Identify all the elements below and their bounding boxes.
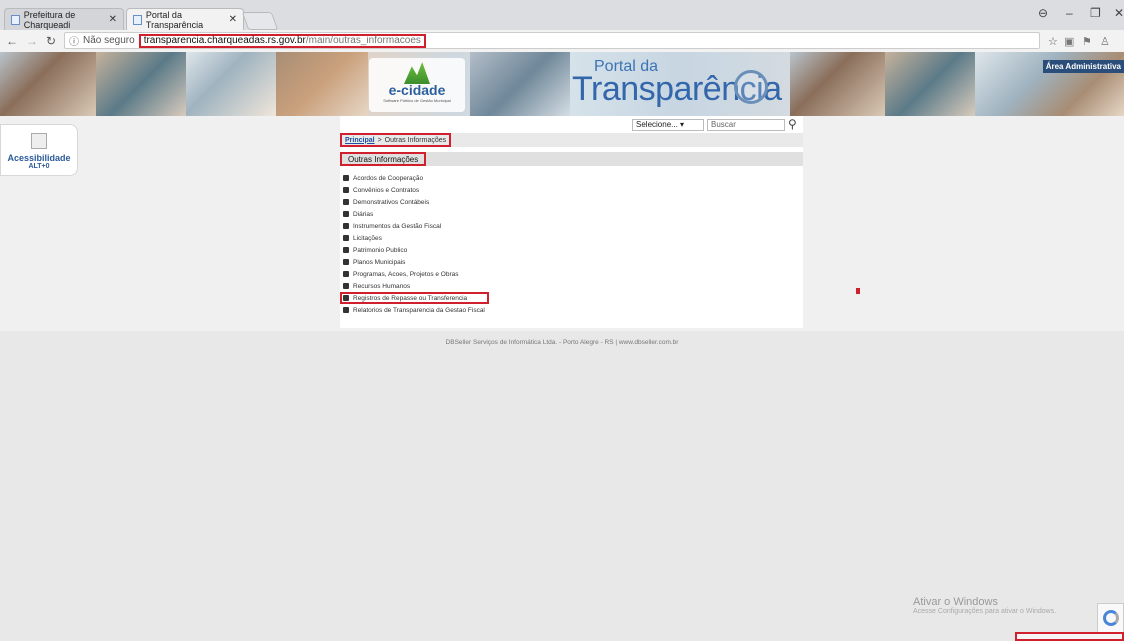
- admin-area-link[interactable]: Área Administrativa: [1042, 60, 1124, 73]
- search-icon[interactable]: ⚲: [788, 117, 797, 131]
- document-icon: [343, 199, 349, 205]
- back-icon[interactable]: ←: [6, 34, 18, 48]
- list-item[interactable]: Instrumentos da Gestão Fiscal: [343, 220, 489, 232]
- list-item[interactable]: Licitações: [343, 232, 489, 244]
- search-input[interactable]: Buscar: [707, 119, 785, 131]
- document-icon: [343, 295, 349, 301]
- new-tab-button[interactable]: [241, 12, 279, 30]
- url-path: /main/outras_informacoes: [305, 35, 421, 46]
- ecidade-mark-icon: [404, 62, 430, 84]
- address-row: ← → ↻ ⓘ Não seguro transparencia.charque…: [0, 30, 1124, 53]
- windows-activation-notice: Ativar o Windows Acesse Configurações pa…: [913, 596, 1056, 615]
- security-label: Não seguro: [83, 35, 135, 46]
- breadcrumb-home-link[interactable]: Principal: [345, 137, 375, 144]
- ecidade-logo[interactable]: e-cidade Software Público de Gestão Muni…: [369, 58, 465, 112]
- list-item[interactable]: Relatorios de Transparencia da Gestao Fi…: [343, 304, 489, 316]
- info-list: Acordos de Cooperação Convênios e Contra…: [340, 172, 489, 316]
- ecidade-logo-sub: Software Público de Gestão Municipal: [383, 98, 451, 103]
- url-highlight[interactable]: transparencia.charqueadas.rs.gov.br/main…: [138, 33, 426, 48]
- minimize-icon[interactable]: –: [1066, 6, 1073, 20]
- tab-title: Prefeitura de Charqueadi: [23, 9, 76, 30]
- url-host: transparencia.charqueadas.rs.gov.br: [143, 35, 306, 46]
- document-icon: [343, 307, 349, 313]
- list-item[interactable]: Recursos Humanos: [343, 280, 489, 292]
- close-icon[interactable]: ✕: [109, 14, 117, 25]
- list-item[interactable]: Programas, Acoes, Projetos e Obras: [343, 268, 489, 280]
- restore-icon[interactable]: ❐: [1090, 6, 1101, 20]
- tab-title: Portal da Transparência: [145, 9, 204, 30]
- broken-image-icon: [31, 133, 47, 149]
- document-icon: [343, 223, 349, 229]
- footer: DBSeller Serviços de Informática Ltda. -…: [0, 331, 1124, 641]
- document-icon: [343, 271, 349, 277]
- list-item[interactable]: Demonstrativos Contábeis: [343, 196, 489, 208]
- breadcrumb-current: Outras Informações: [384, 136, 447, 144]
- search-bar: Selecione... ▾ Buscar ⚲: [340, 116, 803, 133]
- activation-title: Ativar o Windows: [913, 596, 998, 608]
- reload-icon[interactable]: ↻: [46, 34, 56, 48]
- close-icon[interactable]: ✕: [229, 14, 237, 25]
- banner-photo: [96, 52, 186, 116]
- red-marker: [856, 288, 860, 294]
- accessibility-box[interactable]: Acessibilidade ALT+0: [0, 124, 78, 176]
- bottom-highlight-box: [1015, 632, 1124, 641]
- accessibility-title: Acessibilidade: [7, 153, 71, 163]
- site-banner: e-cidade Software Público de Gestão Muni…: [0, 52, 1124, 116]
- breadcrumb-highlight: Principal > Outras Informações: [340, 133, 452, 147]
- ecidade-logo-text: e-cidade: [388, 82, 446, 98]
- document-icon: [343, 247, 349, 253]
- category-select[interactable]: Selecione... ▾: [632, 119, 704, 131]
- banner-photo: [276, 52, 368, 116]
- tab-portal[interactable]: Portal da Transparência ✕: [126, 8, 244, 30]
- page-icon: [11, 14, 20, 25]
- list-item-highlighted[interactable]: Registros de Repasse ou Transferencia: [340, 292, 489, 304]
- document-icon: [343, 235, 349, 241]
- breadcrumb: Principal > Outras Informações: [340, 133, 803, 147]
- banner-photo: [186, 52, 276, 116]
- browser-tab-bar: Prefeitura de Charqueadi ✕ Portal da Tra…: [0, 0, 1124, 30]
- breadcrumb-separator: >: [377, 136, 382, 144]
- document-icon: [343, 175, 349, 181]
- document-icon: [343, 211, 349, 217]
- accessibility-shortcut: ALT+0: [28, 163, 50, 170]
- footer-text: DBSeller Serviços de Informática Ltda. -…: [445, 339, 679, 346]
- recaptcha-icon: [1102, 610, 1119, 626]
- banner-photo: [790, 52, 885, 116]
- recaptcha-badge[interactable]: [1097, 603, 1124, 633]
- list-item[interactable]: Planos Municipais: [343, 256, 489, 268]
- address-bar[interactable]: ⓘ Não seguro transparencia.charqueadas.r…: [64, 32, 1040, 49]
- forward-icon[interactable]: →: [26, 34, 38, 48]
- list-item[interactable]: Diárias: [343, 208, 489, 220]
- main-content: Selecione... ▾ Buscar ⚲ Principal > Outr…: [340, 116, 803, 328]
- person-icon[interactable]: ♙: [1100, 35, 1110, 48]
- list-item[interactable]: Acordos de Cooperação: [343, 172, 489, 184]
- close-window-icon[interactable]: ✕: [1114, 6, 1124, 20]
- document-icon: [343, 259, 349, 265]
- info-icon[interactable]: ⓘ: [69, 33, 79, 48]
- banner-photo: [470, 52, 570, 116]
- list-item[interactable]: Patrimonio Publico: [343, 244, 489, 256]
- list-item[interactable]: Convênios e Contratos: [343, 184, 489, 196]
- extension-icon[interactable]: ▣: [1064, 35, 1074, 48]
- section-header: Outras Informações: [340, 152, 803, 166]
- section-title: Outras Informações: [340, 152, 427, 166]
- banner-photo: [0, 52, 96, 116]
- tab-prefeitura[interactable]: Prefeitura de Charqueadi ✕: [4, 8, 124, 30]
- page-icon: [133, 14, 142, 25]
- activation-subtitle: Acesse Configurações para ativar o Windo…: [913, 608, 1057, 615]
- banner-photo: [885, 52, 975, 116]
- star-icon[interactable]: ☆: [1048, 35, 1058, 48]
- flag-icon[interactable]: ⚑: [1082, 35, 1092, 48]
- magnifier-icon: [734, 70, 768, 104]
- portal-logo[interactable]: Portal da Transparência: [572, 56, 782, 112]
- profile-icon[interactable]: ⊖: [1038, 6, 1048, 20]
- document-icon: [343, 187, 349, 193]
- document-icon: [343, 283, 349, 289]
